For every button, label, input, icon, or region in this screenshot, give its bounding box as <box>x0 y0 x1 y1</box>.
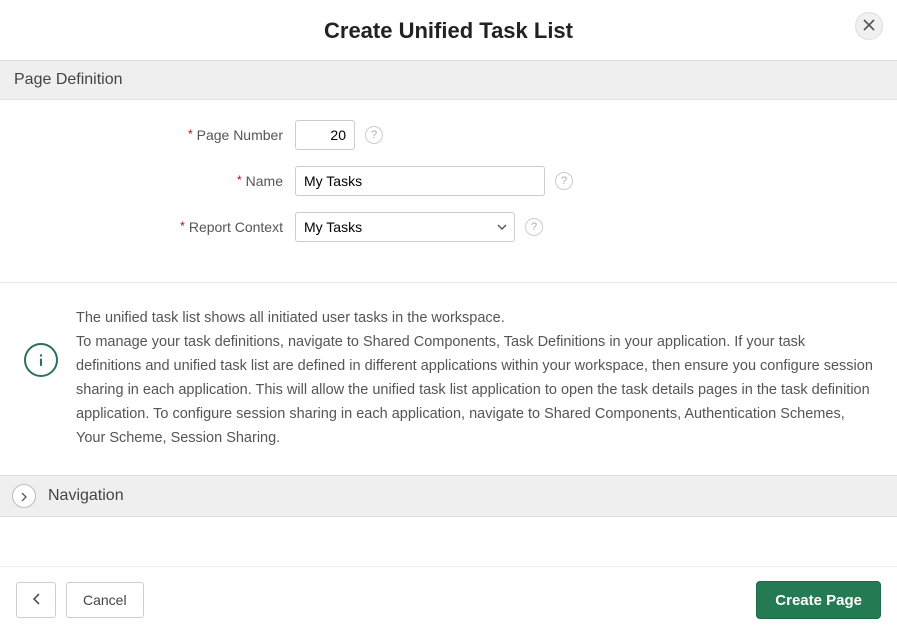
help-icon[interactable]: ? <box>525 218 543 236</box>
label-report-context: *Report Context <box>20 219 295 235</box>
info-block: The unified task list shows all initiate… <box>0 282 897 475</box>
report-context-select[interactable] <box>295 212 515 242</box>
dialog-header: Create Unified Task List <box>0 0 897 60</box>
navigation-title: Navigation <box>48 487 124 505</box>
help-icon[interactable]: ? <box>365 126 383 144</box>
label-name: *Name <box>20 173 295 189</box>
create-page-button[interactable]: Create Page <box>756 581 881 619</box>
page-definition-form: *Page Number ? *Name ? *Report Context ? <box>0 100 897 282</box>
info-line-1: The unified task list shows all initiate… <box>76 307 873 331</box>
section-navigation-header[interactable]: Navigation <box>0 475 897 517</box>
chevron-left-icon <box>32 593 41 608</box>
required-marker: * <box>237 173 242 187</box>
required-marker: * <box>188 127 193 141</box>
label-page-number: *Page Number <box>20 127 295 143</box>
help-icon[interactable]: ? <box>555 172 573 190</box>
dialog-title: Create Unified Task List <box>324 18 573 44</box>
back-button[interactable] <box>16 582 56 618</box>
info-text: The unified task list shows all initiate… <box>76 307 873 451</box>
chevron-right-icon <box>20 488 28 504</box>
report-context-value[interactable] <box>295 212 515 242</box>
dialog-footer: Cancel Create Page <box>0 566 897 633</box>
row-name: *Name ? <box>20 166 877 196</box>
section-page-definition-header: Page Definition <box>0 60 897 100</box>
close-icon <box>863 18 875 34</box>
expand-navigation-button[interactable] <box>12 484 36 508</box>
name-input[interactable] <box>295 166 545 196</box>
row-report-context: *Report Context ? <box>20 212 877 242</box>
close-button[interactable] <box>855 12 883 40</box>
row-page-number: *Page Number ? <box>20 120 877 150</box>
required-marker: * <box>180 219 185 233</box>
info-line-2: To manage your task definitions, navigat… <box>76 331 873 451</box>
spacer <box>0 517 897 566</box>
page-number-input[interactable] <box>295 120 355 150</box>
info-icon <box>24 343 58 377</box>
cancel-button[interactable]: Cancel <box>66 582 144 618</box>
